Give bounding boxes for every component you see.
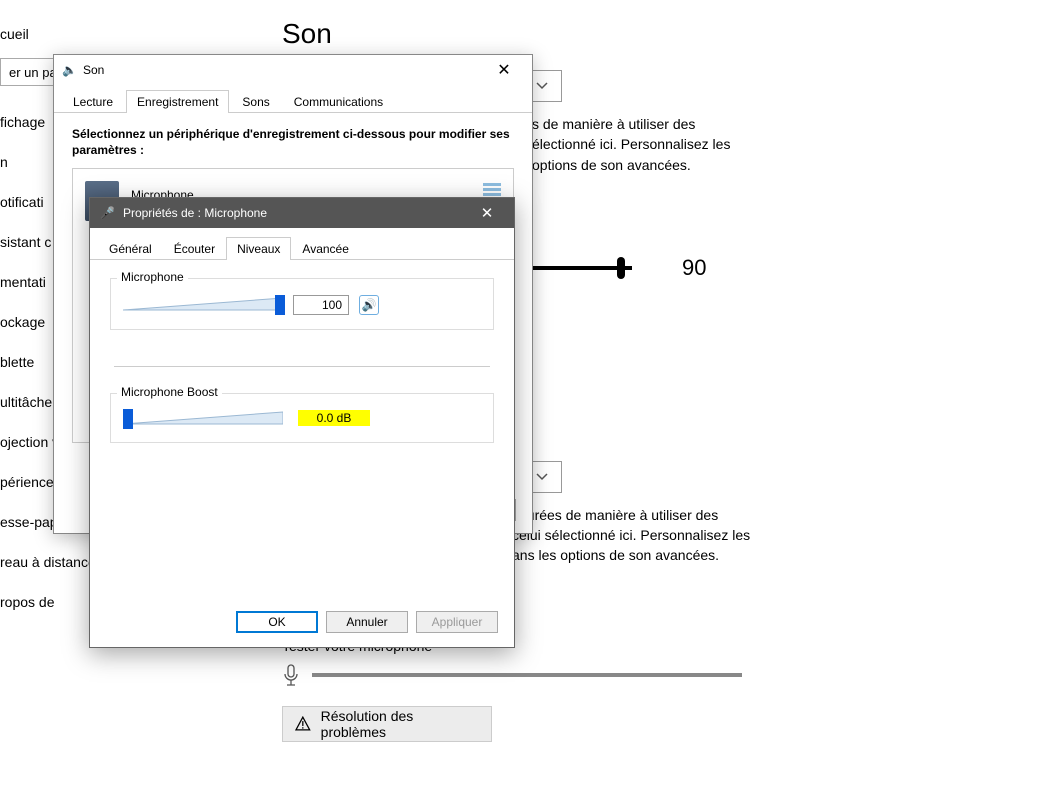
tab-enregistrement[interactable]: Enregistrement [126,90,229,113]
microphone-level-value[interactable]: 100 [293,295,349,315]
microphone-level-slider[interactable] [123,296,283,314]
mic-test-row [282,664,1041,686]
output-description: s de manière à utiliser des électionné i… [532,114,982,175]
troubleshoot-label: Résolution des problèmes [321,708,479,740]
mic-level-bar [312,673,742,677]
microphone-properties-dialog: 🎤 Propriétés de : Microphone ✕ Général É… [89,197,515,648]
son-dialog-title: Son [83,63,104,77]
son-titlebar[interactable]: 🔈 Son ✕ [54,55,532,85]
mic-titlebar[interactable]: 🎤 Propriétés de : Microphone ✕ [90,198,514,228]
son-instruction: Sélectionnez un périphérique d'enregistr… [72,127,514,158]
tab-lecture[interactable]: Lecture [62,90,124,113]
volume-value: 90 [682,255,706,281]
microphone-boost-value: 0.0 dB [298,410,370,426]
tab-avancee[interactable]: Avancée [291,237,359,260]
microphone-icon: 🎤 [100,206,115,220]
microphone-icon [282,664,300,686]
close-icon[interactable]: ✕ [484,60,524,80]
mic-dialog-title: Propriétés de : Microphone [123,206,267,220]
apply-button[interactable]: Appliquer [416,611,498,633]
input-description: figurées de manière à utiliser des celui… [512,505,962,566]
sidebar-home[interactable]: cueil [0,20,260,48]
microphone-boost-label: Microphone Boost [117,385,222,399]
microphone-level-thumb[interactable] [275,295,285,315]
volume-thumb[interactable] [617,257,625,279]
close-icon[interactable]: ✕ [466,198,508,228]
volume-row: 90 [482,255,1041,281]
group-divider [114,366,490,367]
microphone-level-group: Microphone 100 🔊 [110,278,494,330]
warning-icon [295,716,311,732]
microphone-boost-slider[interactable] [123,410,283,428]
tab-general[interactable]: Général [98,237,163,260]
microphone-level-label: Microphone [117,270,188,284]
troubleshoot-button[interactable]: Résolution des problèmes [282,706,492,742]
speaker-toggle-icon[interactable]: 🔊 [359,295,379,315]
speaker-icon: 🔈 [62,63,77,77]
mic-tabs: Général Écouter Niveaux Avancée [90,234,514,260]
cancel-button[interactable]: Annuler [326,611,408,633]
page-title: Son [282,18,1041,50]
microphone-boost-group: Microphone Boost 0.0 dB [110,393,494,443]
tab-communications[interactable]: Communications [283,90,394,113]
ok-button[interactable]: OK [236,611,318,633]
mic-dialog-footer: OK Annuler Appliquer [236,611,498,633]
microphone-boost-thumb[interactable] [123,409,133,429]
tab-sons[interactable]: Sons [231,90,280,113]
tab-ecouter[interactable]: Écouter [163,237,226,260]
son-tabs: Lecture Enregistrement Sons Communicatio… [54,89,532,113]
tab-niveaux[interactable]: Niveaux [226,237,291,260]
